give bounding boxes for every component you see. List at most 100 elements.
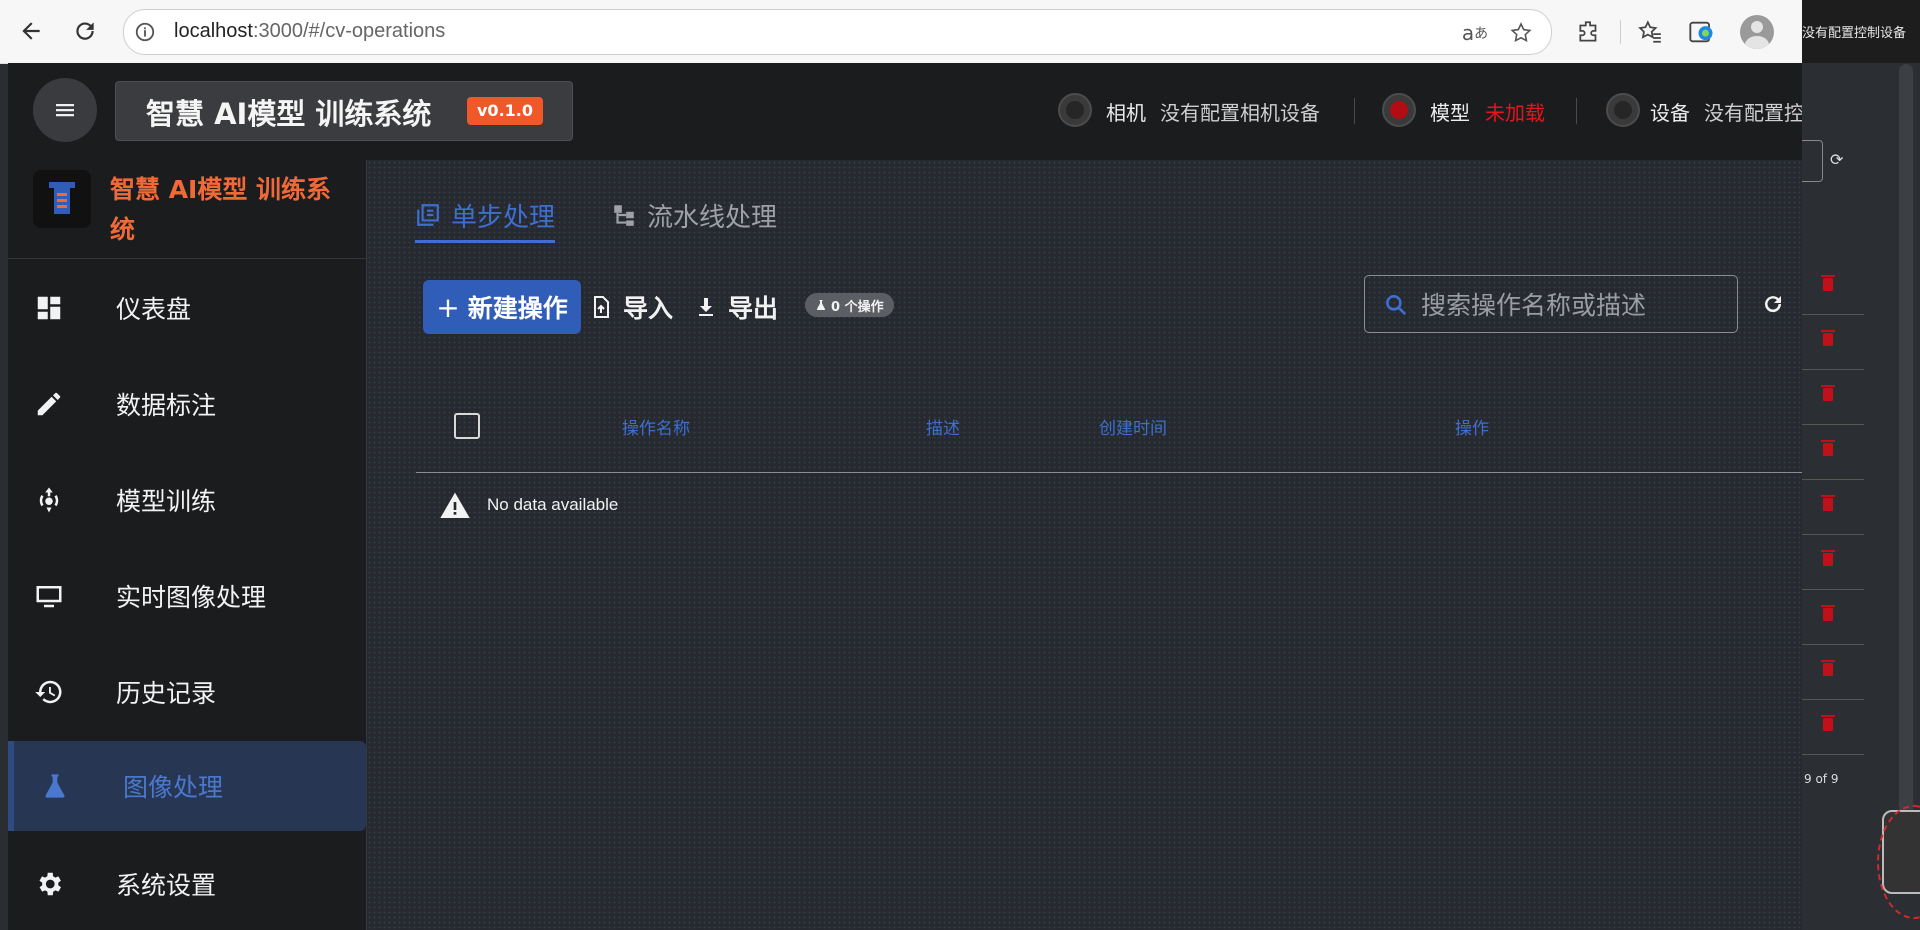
plus-icon: +	[436, 290, 460, 324]
reload-icon[interactable]	[68, 14, 102, 48]
select-all-checkbox[interactable]	[454, 413, 480, 439]
profile-avatar[interactable]	[1740, 15, 1774, 49]
main-content: 单步处理 流水线处理 + 新建操作 导入 导出 0 个操作 搜索操作名称或描述 …	[367, 160, 1802, 930]
gear-icon	[32, 867, 66, 901]
sidebar-item-realtime[interactable]: 实时图像处理	[8, 551, 366, 641]
import-label: 导入	[623, 294, 674, 323]
site-info-icon[interactable]	[134, 21, 156, 43]
version-badge: v0.1.0	[467, 97, 543, 125]
app-logo-icon	[33, 170, 91, 228]
operation-count-badge: 0 个操作	[805, 293, 894, 317]
background-status-text: 没有配置控制设备	[1802, 26, 1907, 41]
background-table-row	[1802, 590, 1864, 645]
delete-icon[interactable]	[1821, 495, 1835, 511]
status-divider	[1576, 98, 1577, 124]
favorite-star-icon[interactable]	[1508, 20, 1534, 46]
sidebar-item-dashboard[interactable]: 仪表盘	[8, 263, 366, 353]
sidebar-item-label: 图像处理	[123, 773, 224, 802]
background-table-row	[1802, 315, 1864, 370]
import-button[interactable]: 导入	[589, 284, 673, 330]
sidebar-item-label: 系统设置	[116, 871, 217, 900]
sidebar-item-image-processing[interactable]: 图像处理	[8, 741, 366, 831]
flask-icon	[38, 769, 72, 803]
export-button[interactable]: 导出	[694, 284, 778, 330]
app-title: 智慧 AI模型 训练系统	[146, 97, 432, 131]
camera-status-indicator	[1058, 93, 1092, 127]
training-icon	[32, 483, 66, 517]
sidebar-item-label: 实时图像处理	[116, 583, 267, 612]
delete-icon[interactable]	[1821, 605, 1835, 621]
delete-icon[interactable]	[1821, 550, 1835, 566]
background-table-row	[1802, 535, 1864, 590]
pencil-icon	[32, 387, 66, 421]
background-table-row	[1802, 480, 1864, 535]
sidebar-brand: 智慧 AI模型 训练系统	[8, 160, 366, 259]
pipeline-icon	[614, 205, 634, 226]
extensions-icon[interactable]	[1573, 16, 1605, 48]
address-bar[interactable]: localhost:3000/#/cv-operations aあ	[123, 9, 1552, 55]
delete-icon[interactable]	[1821, 440, 1835, 456]
layers-icon	[417, 204, 439, 226]
model-status-label: 模型	[1430, 101, 1470, 125]
sidebar-item-history[interactable]: 历史记录	[8, 647, 366, 737]
history-icon	[32, 675, 66, 709]
delete-icon[interactable]	[1821, 660, 1835, 676]
url-text: localhost:3000/#/cv-operations	[174, 20, 445, 43]
sidebar-item-annotation[interactable]: 数据标注	[8, 359, 366, 449]
favorites-icon[interactable]	[1634, 16, 1666, 48]
background-refresh-icon[interactable]: ⟳	[1830, 150, 1843, 169]
monitor-icon	[32, 579, 66, 613]
status-divider	[1354, 98, 1355, 124]
background-table-row	[1802, 370, 1864, 425]
sidebar-brand-title: 智慧 AI模型 训练系统	[110, 175, 332, 244]
edge-browser-icon[interactable]	[1686, 16, 1718, 48]
background-table-row	[1802, 645, 1864, 700]
column-header-actions: 操作	[1455, 419, 1489, 439]
new-operation-label: 新建操作	[467, 294, 568, 323]
new-operation-button[interactable]: + 新建操作	[423, 280, 581, 334]
refresh-icon	[1765, 296, 1782, 313]
browser-toolbar: localhost:3000/#/cv-operations aあ	[0, 0, 1802, 64]
column-header-description[interactable]: 描述	[926, 414, 960, 439]
column-header-created[interactable]: 创建时间	[1099, 414, 1167, 439]
background-scrollbar[interactable]	[1899, 64, 1913, 884]
column-header-name[interactable]: 操作名称	[622, 414, 690, 439]
device-status-label: 设备	[1650, 101, 1690, 125]
warning-icon	[440, 492, 470, 518]
device-status-indicator	[1606, 93, 1640, 127]
sidebar-item-label: 数据标注	[116, 391, 217, 420]
toolbar-divider	[1620, 20, 1621, 44]
sidebar-item-training[interactable]: 模型训练	[8, 455, 366, 545]
sidebar-item-label: 仪表盘	[116, 295, 192, 324]
delete-icon[interactable]	[1821, 385, 1835, 401]
back-icon[interactable]	[14, 14, 48, 48]
app-brand: 智慧 AI模型 训练系统 v0.1.0	[115, 81, 573, 141]
operation-count-text: 0 个操作	[831, 299, 884, 315]
sidebar: 智慧 AI模型 训练系统 仪表盘 数据标注 模型训练 实时图像处理 历史记录 图…	[8, 160, 367, 930]
flask-icon	[816, 300, 826, 310]
tab-single-step[interactable]: 单步处理	[415, 190, 556, 243]
menu-toggle-button[interactable]	[33, 78, 97, 142]
tab-label: 流水线处理	[647, 202, 778, 233]
device-status-value: 没有配置控	[1704, 101, 1802, 125]
delete-icon[interactable]	[1821, 275, 1835, 291]
model-status-indicator	[1382, 93, 1416, 127]
app-header: 智慧 AI模型 训练系统 v0.1.0 相机 没有配置相机设备 模型 未加载 设…	[8, 63, 1802, 160]
sidebar-item-label: 历史记录	[116, 679, 217, 708]
camera-status-value: 没有配置相机设备	[1160, 101, 1320, 125]
empty-state-text: No data available	[487, 495, 619, 514]
background-table-row	[1802, 700, 1864, 755]
sidebar-item-settings[interactable]: 系统设置	[8, 839, 366, 929]
table-empty-state: No data available	[416, 472, 1802, 542]
delete-icon[interactable]	[1821, 330, 1835, 346]
search-field[interactable]	[1364, 275, 1738, 333]
tab-pipeline[interactable]: 流水线处理	[611, 190, 777, 240]
export-label: 导出	[728, 294, 779, 323]
refresh-button[interactable]	[1759, 290, 1787, 318]
translate-icon[interactable]: aあ	[1462, 20, 1488, 46]
background-search-input[interactable]	[1802, 140, 1823, 182]
sidebar-item-label: 模型训练	[116, 487, 217, 516]
url-path: :3000/#/cv-operations	[252, 20, 446, 42]
search-input[interactable]	[1419, 286, 1723, 324]
delete-icon[interactable]	[1821, 715, 1835, 731]
